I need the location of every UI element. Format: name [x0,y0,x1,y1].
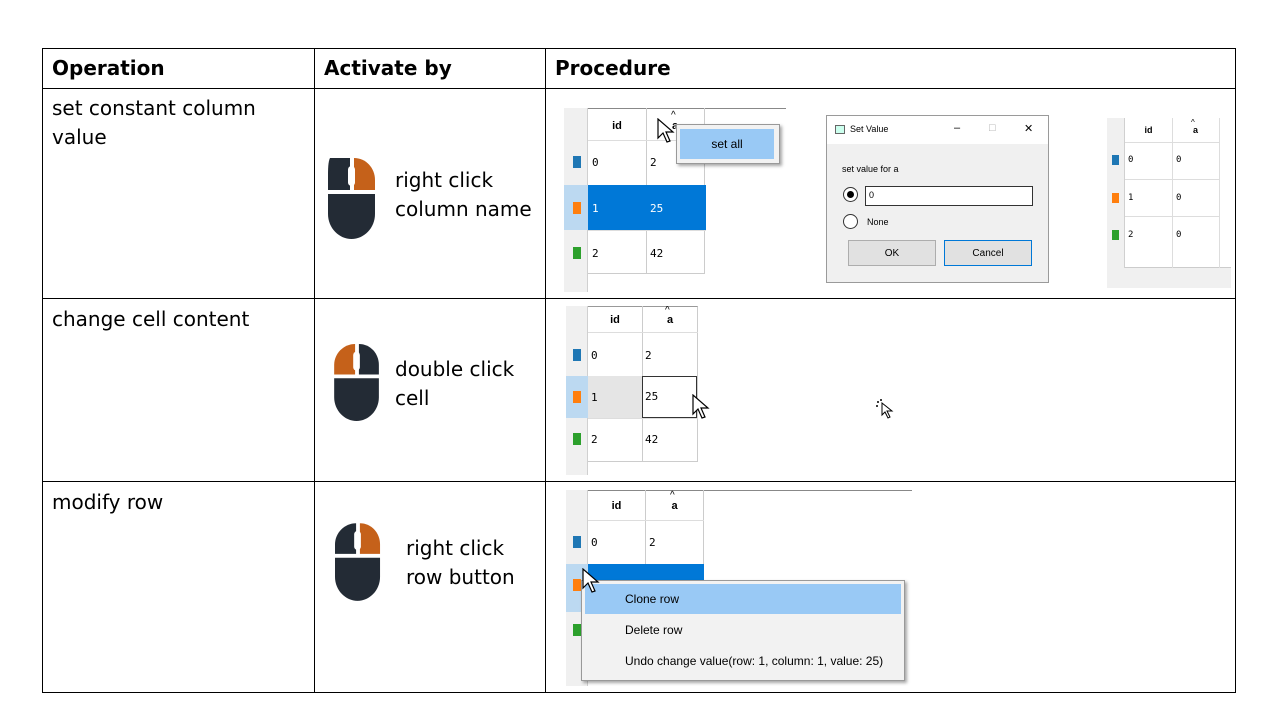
close-button[interactable]: ✕ [1024,122,1033,135]
cell-id[interactable]: 0 [1128,155,1133,165]
menu-item-set-all[interactable]: set all [680,129,774,159]
mouse-cursor-icon [657,118,675,143]
cell-a[interactable]: 2 [649,536,656,549]
table-border-right [1235,48,1236,693]
cell-a[interactable]: 42 [650,247,663,260]
minimize-button[interactable]: – [954,122,960,134]
value-input[interactable]: 0 [865,186,1033,206]
maximize-button[interactable]: □ [989,122,996,134]
row-button[interactable] [573,202,581,214]
row-context-menu: Clone row Delete row Undo change value(r… [581,580,905,681]
cell-a[interactable]: 42 [645,433,658,446]
table-border-top [42,48,1236,49]
row-button[interactable] [573,247,581,259]
activate-text: right click column name [395,168,532,221]
table-divider [314,48,315,693]
cell-a[interactable]: 0 [1176,230,1181,240]
cell-id[interactable]: 1 [1128,193,1133,203]
mouse-cursor-icon [582,568,600,593]
mouse-right-click-icon [335,523,381,601]
row-button[interactable] [573,536,581,548]
cell-id[interactable]: 0 [591,536,598,549]
cell-id[interactable]: 1 [591,391,598,404]
context-menu: set all [676,124,780,164]
cell-a[interactable]: 2 [650,156,657,169]
column-header-id[interactable]: id [588,500,645,512]
menu-item-delete-row[interactable]: Delete row [585,615,901,645]
row-button[interactable] [573,433,581,445]
cell-id[interactable]: 2 [592,247,599,260]
mouse-cursor-icon [692,394,710,419]
cell-a[interactable]: 2 [645,349,652,362]
cell-a[interactable]: 25 [650,202,663,215]
radio-none[interactable] [843,214,858,229]
row-button[interactable] [1112,155,1119,165]
none-label: None [867,217,889,227]
cell-id[interactable]: 0 [591,349,598,362]
row-button[interactable] [573,156,581,168]
cell-id[interactable]: 1 [592,202,599,215]
menu-item-undo-change[interactable]: Undo change value(row: 1, column: 1, val… [585,646,901,676]
column-header-a[interactable]: a [645,500,704,512]
row-button[interactable] [573,579,581,591]
column-header-id[interactable]: id [588,314,642,326]
row-button[interactable] [1112,230,1119,240]
dialog-prompt: set value for a [842,164,899,174]
column-header-a[interactable]: a [642,314,698,326]
cell-id[interactable]: 2 [1128,230,1133,240]
cancel-button[interactable]: Cancel [944,240,1032,266]
document-page: Operation Activate by Procedure set cons… [0,0,1280,720]
column-header-a[interactable]: a [1172,125,1219,135]
table-border-left [42,48,43,693]
sort-chevron-icon: ^ [1191,118,1195,127]
cell-id[interactable]: 2 [591,433,598,446]
operation-text: modify row [52,490,164,514]
row-button[interactable] [573,624,581,636]
row-button[interactable] [573,349,581,361]
table-divider [42,298,1236,299]
table-divider [545,48,546,693]
operation-text: change cell content [52,307,250,331]
cell-editor-input[interactable]: 25 [642,376,697,418]
ok-button[interactable]: OK [848,240,936,266]
mouse-left-click-icon [334,344,379,422]
mouse-right-click-icon [328,158,375,239]
operation-text: set constant column value [52,96,256,149]
table-divider [42,88,1236,89]
busy-cursor-icon [876,399,894,419]
row-button[interactable] [573,391,581,403]
table-divider [42,481,1236,482]
sort-chevron-icon: ^ [670,490,675,501]
column-header-id[interactable]: id [1125,125,1172,135]
cell-a[interactable]: 0 [1176,155,1181,165]
cell-a[interactable]: 0 [1176,193,1181,203]
radio-value[interactable] [843,187,858,202]
menu-item-clone-row[interactable]: Clone row [585,584,901,614]
screenshot-row-menu: id a ^ 0 2 Clone row Delete row Undo cha… [566,490,912,686]
cell-editor-value: 25 [645,390,659,403]
dialog-title: Set Value [850,124,889,134]
screenshot-grid-after: id a ^ 0 1 2 0 0 0 [1107,118,1231,288]
header-operation: Operation [52,56,165,80]
row-button[interactable] [1112,193,1119,203]
activate-text: double click cell [395,357,515,410]
cell-id[interactable]: 0 [592,156,599,169]
set-value-dialog: Set Value – □ ✕ set value for a 0 None O… [826,115,1049,283]
screenshot-grid-before: id a 0 1 2 2 25 42 ^ set all [564,108,786,292]
activate-text: right click row button [406,536,515,589]
column-header-id[interactable]: id [588,120,646,132]
header-activate-by: Activate by [324,56,452,80]
sort-chevron-icon: ^ [665,306,670,316]
table-border-bottom [42,692,1236,693]
header-procedure: Procedure [555,56,671,80]
screenshot-grid-edit: id a ^ 0 1 2 2 25 42 [566,306,700,475]
window-icon [835,125,845,134]
